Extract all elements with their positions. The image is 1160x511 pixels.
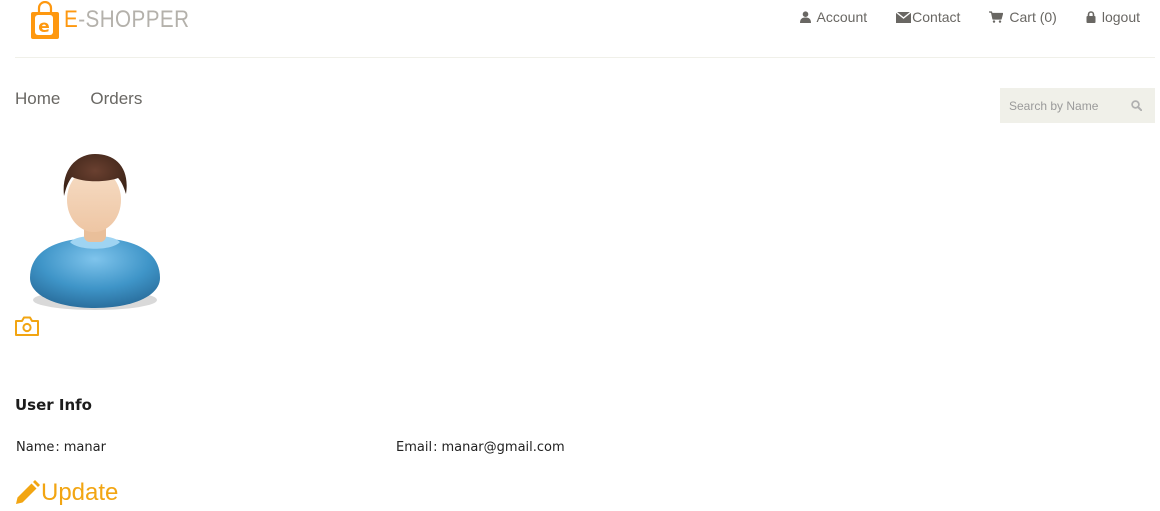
email-value: manar@gmail.com: [441, 440, 565, 455]
camera-icon: [15, 316, 39, 336]
update-button[interactable]: Update: [14, 479, 118, 507]
name-value: manar: [63, 440, 106, 455]
contact-label: Contact: [912, 9, 961, 25]
header-divider: [15, 57, 1155, 58]
email-label: Email: [396, 440, 433, 455]
account-link[interactable]: Account: [799, 8, 868, 26]
name-label: Name: [16, 440, 55, 455]
brand-logo[interactable]: e E-SHOPPER: [30, 0, 210, 40]
user-icon: [799, 11, 811, 23]
contact-link[interactable]: Contact: [896, 8, 960, 26]
cart-link[interactable]: Cart (0): [989, 8, 1057, 26]
brand-name-rest: -SHOPPER: [78, 6, 190, 33]
email-separator: :: [433, 440, 438, 455]
cart-icon: [989, 11, 1004, 23]
nav-home[interactable]: Home: [15, 88, 60, 110]
brand-name: E-SHOPPER: [64, 6, 189, 34]
search-box: [1000, 88, 1155, 123]
lock-icon: [1086, 11, 1096, 23]
shopping-bag-icon: e: [30, 0, 60, 39]
user-avatar: [28, 150, 163, 312]
user-email-field: Email: manar@gmail.com: [396, 440, 565, 455]
search-icon: [1131, 100, 1142, 111]
search-button[interactable]: [1131, 100, 1142, 111]
top-nav: Account Contact Cart (0) logout: [771, 8, 1140, 26]
change-photo-button[interactable]: [14, 315, 40, 337]
account-label: Account: [816, 9, 868, 25]
main-nav: Home Orders: [15, 88, 172, 110]
logo-letter: e: [38, 17, 50, 37]
name-separator: :: [55, 440, 60, 455]
envelope-icon: [896, 11, 912, 23]
search-input[interactable]: [1009, 98, 1127, 113]
cart-label: Cart (0): [1009, 9, 1057, 25]
user-name-field: Name: manar: [16, 440, 106, 455]
logout-label: logout: [1101, 9, 1140, 25]
update-label: Update: [41, 479, 119, 506]
pencil-icon: [16, 480, 40, 504]
nav-orders[interactable]: Orders: [90, 88, 142, 110]
user-info-title: User Info: [15, 396, 92, 414]
logout-link[interactable]: logout: [1086, 8, 1140, 26]
brand-name-prefix: E: [64, 6, 79, 33]
